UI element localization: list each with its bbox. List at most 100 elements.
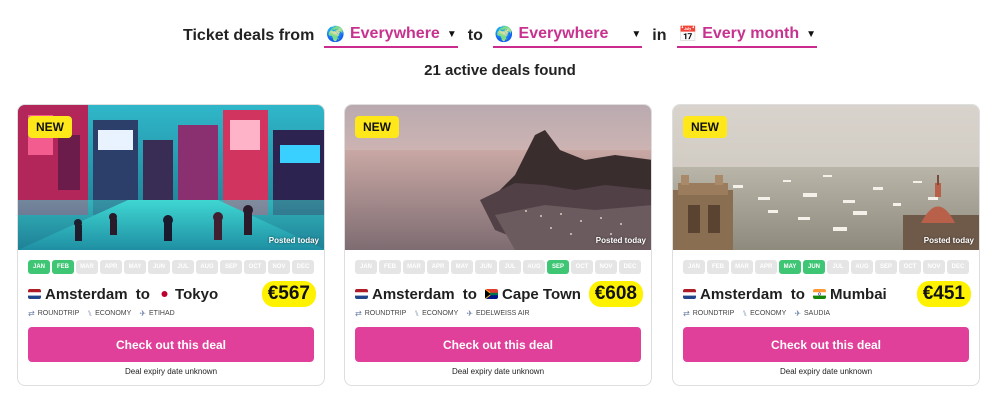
airline-tag: ✈ SAUDIA	[794, 309, 831, 318]
deal-tags: ⇄ ROUNDTRIP ⑊ ECONOMY ✈ SAUDIA	[683, 309, 830, 318]
month-pill-may: MAY	[779, 260, 801, 274]
trip-type-tag: ⇄ ROUNDTRIP	[28, 309, 80, 318]
month-pill-dec: DEC	[292, 260, 314, 274]
destination-select[interactable]: 🌍 Everywhere ▼	[492, 24, 643, 48]
trip-type-tag: ⇄ ROUNDTRIP	[683, 309, 735, 318]
month-pill-jun: JUN	[475, 260, 497, 274]
destination-photo[interactable]: NEW Posted today	[345, 105, 651, 250]
month-pill-dec: DEC	[947, 260, 969, 274]
globe-icon: 🌍	[326, 26, 345, 43]
seat-icon: ⑊	[87, 309, 93, 318]
chevron-down-icon: ▼	[631, 28, 642, 40]
filter-in-label: in	[652, 27, 667, 44]
cabin-class-tag: ⑊ ECONOMY	[87, 309, 132, 318]
india-flag-icon	[813, 289, 827, 299]
origin-select-value: Everywhere	[349, 25, 440, 42]
expiry-note: Deal expiry date unknown	[779, 367, 873, 376]
route-connector: to	[790, 285, 805, 303]
month-pill-sep: SEP	[220, 260, 242, 274]
airline-tag: ✈ EDELWEISS AIR	[466, 309, 530, 318]
month-pill-jan: JAN	[683, 260, 705, 274]
price-badge: €451	[916, 281, 971, 307]
destination-photo[interactable]: NEW Posted today	[673, 105, 979, 250]
seat-icon: ⑊	[414, 309, 420, 318]
japan-flag-icon	[158, 289, 172, 299]
month-pill-aug: AUG	[196, 260, 218, 274]
month-select[interactable]: 📅 Every month ▼	[676, 24, 818, 48]
airline-tag: ✈ ETIHAD	[139, 309, 175, 318]
calendar-icon: 📅	[678, 26, 698, 43]
deal-tags: ⇄ ROUNDTRIP ⑊ ECONOMY ✈ EDELWEISS AIR	[355, 309, 530, 318]
check-out-deal-button[interactable]: Check out this deal	[28, 327, 314, 362]
route-title[interactable]: Amsterdam to Cape Town	[355, 286, 581, 303]
month-pill-nov: NOV	[268, 260, 290, 274]
route-connector: to	[462, 285, 477, 303]
trip-type-tag: ⇄ ROUNDTRIP	[355, 309, 407, 318]
month-pill-mar: MAR	[76, 260, 98, 274]
month-pill-aug: AUG	[523, 260, 545, 274]
route-row: Amsterdam to Tokyo €567	[28, 281, 316, 307]
roundtrip-icon: ⇄	[355, 309, 362, 318]
deal-card: NEW Posted today JAN FEB MAR APR MAY JUN JUL AU…	[672, 104, 980, 386]
new-badge: NEW	[683, 116, 727, 138]
origin-select[interactable]: 🌍 Everywhere ▼	[324, 24, 458, 48]
month-pill-jan: JAN	[355, 260, 377, 274]
destination-city: Cape Town	[502, 285, 581, 303]
month-pill-jun: JUN	[148, 260, 170, 274]
destination-city: Tokyo	[175, 285, 219, 303]
month-pill-jul: JUL	[827, 260, 849, 274]
month-pill-jul: JUL	[172, 260, 194, 274]
airplane-icon: ✈	[139, 309, 147, 318]
filter-to-label: to	[467, 27, 483, 44]
expiry-note: Deal expiry date unknown	[451, 367, 545, 376]
cabin-class-tag: ⑊ ECONOMY	[414, 309, 459, 318]
roundtrip-icon: ⇄	[683, 309, 690, 318]
month-pill-oct: OCT	[899, 260, 921, 274]
cabin-class-tag: ⑊ ECONOMY	[742, 309, 787, 318]
route-row: Amsterdam to Cape Town €608	[355, 281, 643, 307]
month-pill-aug: AUG	[851, 260, 873, 274]
globe-icon: 🌍	[494, 26, 514, 43]
deal-card: NEW Posted today JAN FEB MAR APR MAY JUN JUL AU…	[17, 104, 325, 386]
month-pill-oct: OCT	[244, 260, 266, 274]
month-pill-feb: FEB	[379, 260, 401, 274]
route-title[interactable]: Amsterdam to Mumbai	[683, 286, 887, 303]
month-pill-jan: JAN	[28, 260, 50, 274]
roundtrip-icon: ⇄	[28, 309, 35, 318]
origin-city: Amsterdam	[372, 285, 455, 303]
posted-date-label: Posted today	[268, 236, 319, 245]
destination-photo[interactable]: NEW Posted today	[18, 105, 324, 250]
month-availability: JAN FEB MAR APR MAY JUN JUL AUG SEP OCT NOV DEC	[683, 260, 969, 274]
month-pill-mar: MAR	[403, 260, 425, 274]
seat-icon: ⑊	[742, 309, 748, 318]
month-pill-oct: OCT	[571, 260, 593, 274]
airplane-icon: ✈	[794, 309, 802, 318]
destination-select-value: Everywhere	[518, 25, 609, 42]
month-pill-feb: FEB	[707, 260, 729, 274]
route-title[interactable]: Amsterdam to Tokyo	[28, 286, 218, 303]
posted-date-label: Posted today	[923, 236, 974, 245]
deal-card: NEW Posted today JAN FEB MAR APR MAY JUN JUL AU…	[344, 104, 652, 386]
month-availability: JAN FEB MAR APR MAY JUN JUL AUG SEP OCT NOV DEC	[28, 260, 314, 274]
origin-city: Amsterdam	[700, 285, 783, 303]
deal-tags: ⇄ ROUNDTRIP ⑊ ECONOMY ✈ ETIHAD	[28, 309, 175, 318]
south-africa-flag-icon	[485, 289, 499, 299]
route-row: Amsterdam to Mumbai €451	[683, 281, 971, 307]
month-pill-dec: DEC	[619, 260, 641, 274]
check-out-deal-button[interactable]: Check out this deal	[355, 327, 641, 362]
month-pill-jul: JUL	[499, 260, 521, 274]
destination-city: Mumbai	[830, 285, 887, 303]
new-badge: NEW	[355, 116, 399, 138]
price-badge: €608	[588, 281, 643, 307]
check-out-deal-button[interactable]: Check out this deal	[683, 327, 969, 362]
netherlands-flag-icon	[683, 289, 696, 299]
origin-city: Amsterdam	[45, 285, 128, 303]
netherlands-flag-icon	[355, 289, 368, 299]
month-pill-nov: NOV	[595, 260, 617, 274]
chevron-down-icon: ▼	[806, 28, 817, 40]
month-availability: JAN FEB MAR APR MAY JUN JUL AUG SEP OCT NOV DEC	[355, 260, 641, 274]
search-filter-bar: Ticket deals from 🌍 Everywhere ▼ to 🌍 Ev…	[0, 22, 1000, 50]
new-badge: NEW	[28, 116, 72, 138]
month-pill-mar: MAR	[731, 260, 753, 274]
deal-card-list: NEW Posted today JAN FEB MAR APR MAY JUN JUL AU…	[17, 104, 983, 388]
